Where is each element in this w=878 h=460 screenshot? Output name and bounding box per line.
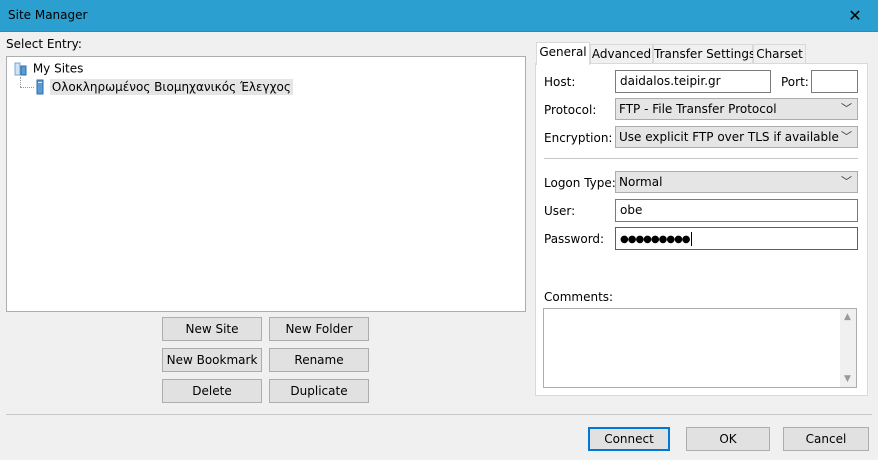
select-entry-label-text: Select Entry: bbox=[6, 37, 82, 51]
connect-button[interactable]: Connect bbox=[588, 427, 670, 451]
tree-item-label: Ολοκληρωμένος Βιομηχανικός Έλεγχος bbox=[49, 78, 293, 95]
select-entry-label: Select Entry: bbox=[6, 37, 82, 51]
tab-advanced-label: Advanced bbox=[591, 47, 652, 61]
duplicate-label: Duplicate bbox=[290, 384, 348, 398]
password-input[interactable]: ●●●●●●●●● bbox=[615, 227, 858, 250]
tree-connector-horizontal bbox=[20, 87, 34, 88]
comments-scrollbar[interactable]: ▲ ▼ bbox=[840, 309, 856, 387]
tree-root-label: My Sites bbox=[32, 61, 84, 76]
close-icon[interactable]: ✕ bbox=[832, 0, 878, 31]
comments-label: Comments: bbox=[544, 290, 614, 304]
logon-type-value: Normal bbox=[619, 175, 663, 189]
ok-label: OK bbox=[719, 432, 737, 446]
chevron-down-icon: ﹀ bbox=[841, 130, 852, 143]
delete-button[interactable]: Delete bbox=[162, 379, 262, 403]
tab-charset[interactable]: Charset bbox=[753, 44, 806, 64]
new-site-label: New Site bbox=[185, 322, 239, 336]
delete-label: Delete bbox=[192, 384, 232, 398]
new-bookmark-button[interactable]: New Bookmark bbox=[162, 348, 262, 372]
chevron-down-icon: ﹀ bbox=[841, 102, 852, 115]
tab-transfer-settings[interactable]: Transfer Settings bbox=[653, 44, 756, 64]
scroll-down-icon[interactable]: ▼ bbox=[844, 374, 851, 384]
separator bbox=[544, 158, 858, 159]
encryption-value: Use explicit FTP over TLS if available bbox=[619, 130, 839, 144]
cancel-label: Cancel bbox=[805, 432, 847, 446]
user-label: User: bbox=[544, 204, 576, 218]
password-value: ●●●●●●●●● bbox=[620, 234, 691, 245]
protocol-label: Protocol: bbox=[544, 103, 597, 117]
server-icon bbox=[36, 79, 44, 95]
host-input[interactable]: daidalos.teipir.gr bbox=[615, 70, 771, 93]
port-label: Port: bbox=[781, 75, 809, 89]
chevron-down-icon: ﹀ bbox=[841, 175, 852, 188]
scroll-up-icon[interactable]: ▲ bbox=[844, 312, 851, 322]
tree-item-site[interactable]: Ολοκληρωμένος Βιομηχανικός Έλεγχος bbox=[34, 78, 293, 95]
host-label: Host: bbox=[544, 75, 576, 89]
logon-type-label: Logon Type: bbox=[544, 176, 616, 190]
tab-general[interactable]: General bbox=[536, 42, 590, 65]
rename-button[interactable]: Rename bbox=[269, 348, 369, 372]
title-bar: Site Manager ✕ bbox=[0, 0, 878, 32]
new-bookmark-label: New Bookmark bbox=[166, 353, 258, 367]
tab-transfer-settings-label: Transfer Settings bbox=[654, 47, 756, 61]
tab-charset-label: Charset bbox=[756, 47, 803, 61]
text-caret bbox=[690, 231, 692, 246]
port-input[interactable] bbox=[811, 70, 858, 93]
encryption-select[interactable]: Use explicit FTP over TLS if available ﹀ bbox=[615, 126, 858, 148]
new-site-button[interactable]: New Site bbox=[162, 317, 262, 341]
new-folder-button[interactable]: New Folder bbox=[269, 317, 369, 341]
duplicate-button[interactable]: Duplicate bbox=[269, 379, 369, 403]
rename-label: Rename bbox=[294, 353, 344, 367]
comments-textarea[interactable]: ▲ ▼ bbox=[543, 308, 857, 388]
tab-advanced[interactable]: Advanced bbox=[590, 44, 653, 64]
user-input[interactable]: obe bbox=[615, 199, 858, 222]
connect-label: Connect bbox=[604, 432, 654, 446]
encryption-label: Encryption: bbox=[544, 131, 613, 145]
ok-button[interactable]: OK bbox=[686, 427, 770, 451]
new-folder-label: New Folder bbox=[285, 322, 353, 336]
tab-general-label: General bbox=[539, 45, 587, 59]
protocol-select[interactable]: FTP - File Transfer Protocol ﹀ bbox=[615, 98, 858, 120]
tree-connector-vertical bbox=[20, 77, 21, 87]
cancel-button[interactable]: Cancel bbox=[783, 427, 869, 451]
protocol-value: FTP - File Transfer Protocol bbox=[619, 102, 777, 116]
window-title: Site Manager bbox=[8, 8, 88, 22]
password-label: Password: bbox=[544, 232, 605, 246]
logon-type-select[interactable]: Normal ﹀ bbox=[615, 171, 858, 193]
footer-separator bbox=[6, 414, 872, 415]
tree-root-my-sites[interactable]: My Sites bbox=[13, 61, 83, 77]
site-tree[interactable]: My Sites Ολοκληρωμένος Βιομηχανικός Έλεγ… bbox=[6, 56, 526, 312]
folder-server-icon bbox=[14, 62, 27, 76]
